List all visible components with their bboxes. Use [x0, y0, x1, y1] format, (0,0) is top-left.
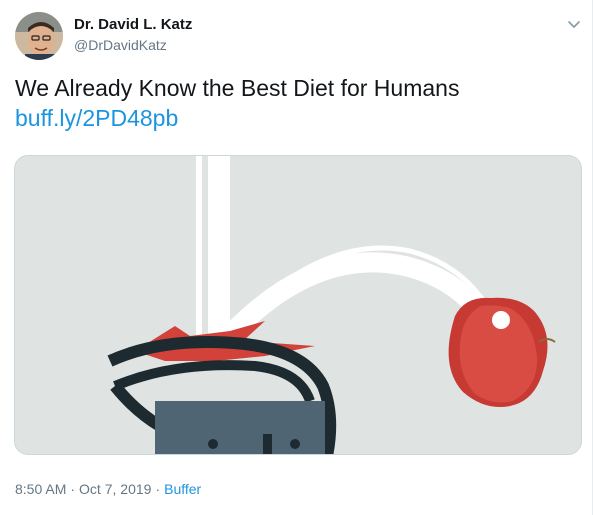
tweet-time[interactable]: 8:50 AM [15, 481, 66, 497]
tweet-source[interactable]: Buffer [164, 481, 201, 497]
tweet-text: We Already Know the Best Diet for Humans [15, 75, 460, 101]
tweet-card: Dr. David L. Katz @DrDavidKatz We Alread… [0, 0, 593, 515]
meta-separator: · [155, 481, 161, 497]
chevron-down-icon[interactable] [565, 16, 583, 34]
tweet-date[interactable]: Oct 7, 2019 [79, 481, 151, 497]
author-name[interactable]: Dr. David L. Katz [74, 16, 192, 33]
meta-separator: · [70, 481, 76, 497]
tweet-meta: 8:50 AM · Oct 7, 2019 · Buffer [15, 481, 201, 497]
illustration-apple-trajectory [15, 156, 581, 454]
avatar[interactable] [15, 12, 63, 60]
avatar-image [15, 12, 63, 60]
media-image[interactable] [14, 155, 582, 455]
author-handle[interactable]: @DrDavidKatz [74, 37, 167, 53]
tweet-link[interactable]: buff.ly/2PD48pb [15, 103, 178, 133]
